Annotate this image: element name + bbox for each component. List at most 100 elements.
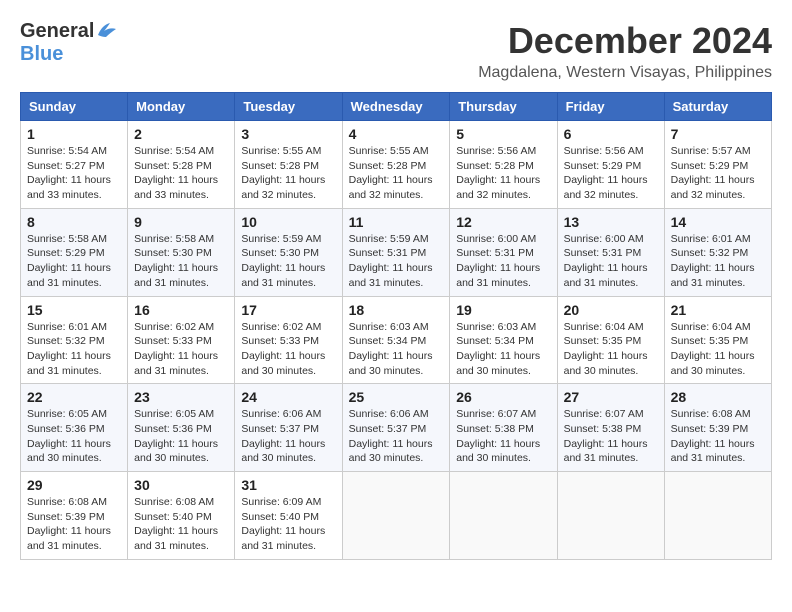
day-info: Sunrise: 6:01 AM Sunset: 5:32 PM Dayligh… bbox=[671, 232, 765, 291]
day-info: Sunrise: 5:54 AM Sunset: 5:27 PM Dayligh… bbox=[27, 144, 121, 203]
calendar-cell: 16 Sunrise: 6:02 AM Sunset: 5:33 PM Dayli… bbox=[128, 296, 235, 384]
logo-general-text: General bbox=[20, 20, 94, 43]
calendar-cell: 22 Sunrise: 6:05 AM Sunset: 5:36 PM Dayli… bbox=[21, 384, 128, 472]
calendar-cell: 9 Sunrise: 5:58 AM Sunset: 5:30 PM Daylig… bbox=[128, 208, 235, 296]
calendar-cell bbox=[664, 472, 771, 560]
day-number: 22 bbox=[27, 389, 121, 405]
day-number: 2 bbox=[134, 126, 228, 142]
day-info: Sunrise: 5:56 AM Sunset: 5:29 PM Dayligh… bbox=[564, 144, 658, 203]
day-info: Sunrise: 6:07 AM Sunset: 5:38 PM Dayligh… bbox=[564, 407, 658, 466]
calendar-week-2: 8 Sunrise: 5:58 AM Sunset: 5:29 PM Daylig… bbox=[21, 208, 772, 296]
weekday-header-friday: Friday bbox=[557, 93, 664, 121]
day-number: 16 bbox=[134, 302, 228, 318]
day-info: Sunrise: 6:01 AM Sunset: 5:32 PM Dayligh… bbox=[27, 320, 121, 379]
weekday-header-wednesday: Wednesday bbox=[342, 93, 450, 121]
logo-blue-text: Blue bbox=[20, 43, 63, 66]
calendar-cell: 29Sunrise: 6:08 AM Sunset: 5:39 PM Dayli… bbox=[21, 472, 128, 560]
calendar-cell: 17Sunrise: 6:02 AM Sunset: 5:33 PM Dayli… bbox=[235, 296, 342, 384]
day-number: 25 bbox=[349, 389, 444, 405]
calendar-cell: 18 Sunrise: 6:03 AM Sunset: 5:34 PM Dayli… bbox=[342, 296, 450, 384]
calendar-cell: 2 Sunrise: 5:54 AM Sunset: 5:28 PM Daylig… bbox=[128, 121, 235, 209]
calendar-week-3: 15 Sunrise: 6:01 AM Sunset: 5:32 PM Dayli… bbox=[21, 296, 772, 384]
logo-bird-icon bbox=[96, 21, 118, 39]
day-info: Sunrise: 6:04 AM Sunset: 5:35 PM Dayligh… bbox=[671, 320, 765, 379]
day-info: Sunrise: 5:57 AM Sunset: 5:29 PM Dayligh… bbox=[671, 144, 765, 203]
day-info: Sunrise: 6:08 AM Sunset: 5:39 PM Dayligh… bbox=[671, 407, 765, 466]
day-info: Sunrise: 5:58 AM Sunset: 5:29 PM Dayligh… bbox=[27, 232, 121, 291]
day-info: Sunrise: 6:08 AM Sunset: 5:39 PM Dayligh… bbox=[27, 495, 121, 554]
day-number: 8 bbox=[27, 214, 121, 230]
calendar-cell bbox=[342, 472, 450, 560]
day-info: Sunrise: 6:00 AM Sunset: 5:31 PM Dayligh… bbox=[564, 232, 658, 291]
calendar-cell: 3 Sunrise: 5:55 AM Sunset: 5:28 PM Daylig… bbox=[235, 121, 342, 209]
day-number: 4 bbox=[349, 126, 444, 142]
calendar-cell: 15 Sunrise: 6:01 AM Sunset: 5:32 PM Dayli… bbox=[21, 296, 128, 384]
calendar-week-5: 29Sunrise: 6:08 AM Sunset: 5:39 PM Dayli… bbox=[21, 472, 772, 560]
calendar-cell bbox=[450, 472, 557, 560]
day-info: Sunrise: 6:04 AM Sunset: 5:35 PM Dayligh… bbox=[564, 320, 658, 379]
title-section: December 2024 Magdalena, Western Visayas… bbox=[478, 20, 772, 82]
calendar-cell: 30 Sunrise: 6:08 AM Sunset: 5:40 PM Dayli… bbox=[128, 472, 235, 560]
calendar-cell: 8 Sunrise: 5:58 AM Sunset: 5:29 PM Daylig… bbox=[21, 208, 128, 296]
calendar-cell: 7Sunrise: 5:57 AM Sunset: 5:29 PM Daylig… bbox=[664, 121, 771, 209]
day-number: 10 bbox=[241, 214, 335, 230]
day-info: Sunrise: 6:07 AM Sunset: 5:38 PM Dayligh… bbox=[456, 407, 550, 466]
weekday-header-sunday: Sunday bbox=[21, 93, 128, 121]
day-number: 18 bbox=[349, 302, 444, 318]
calendar-cell: 31Sunrise: 6:09 AM Sunset: 5:40 PM Dayli… bbox=[235, 472, 342, 560]
calendar-cell: 19Sunrise: 6:03 AM Sunset: 5:34 PM Dayli… bbox=[450, 296, 557, 384]
calendar-cell bbox=[557, 472, 664, 560]
calendar-cell: 14 Sunrise: 6:01 AM Sunset: 5:32 PM Dayli… bbox=[664, 208, 771, 296]
calendar-cell: 20 Sunrise: 6:04 AM Sunset: 5:35 PM Dayli… bbox=[557, 296, 664, 384]
day-info: Sunrise: 5:58 AM Sunset: 5:30 PM Dayligh… bbox=[134, 232, 228, 291]
calendar-cell: 23 Sunrise: 6:05 AM Sunset: 5:36 PM Dayli… bbox=[128, 384, 235, 472]
calendar-cell: 1 Sunrise: 5:54 AM Sunset: 5:27 PM Daylig… bbox=[21, 121, 128, 209]
calendar-cell: 12Sunrise: 6:00 AM Sunset: 5:31 PM Dayli… bbox=[450, 208, 557, 296]
day-info: Sunrise: 5:54 AM Sunset: 5:28 PM Dayligh… bbox=[134, 144, 228, 203]
header: General Blue December 2024 Magdalena, We… bbox=[20, 20, 772, 82]
calendar-cell: 26Sunrise: 6:07 AM Sunset: 5:38 PM Dayli… bbox=[450, 384, 557, 472]
day-info: Sunrise: 6:03 AM Sunset: 5:34 PM Dayligh… bbox=[456, 320, 550, 379]
weekday-header-monday: Monday bbox=[128, 93, 235, 121]
day-info: Sunrise: 5:59 AM Sunset: 5:30 PM Dayligh… bbox=[241, 232, 335, 291]
day-number: 6 bbox=[564, 126, 658, 142]
calendar-cell: 11Sunrise: 5:59 AM Sunset: 5:31 PM Dayli… bbox=[342, 208, 450, 296]
calendar-week-1: 1 Sunrise: 5:54 AM Sunset: 5:27 PM Daylig… bbox=[21, 121, 772, 209]
day-number: 17 bbox=[241, 302, 335, 318]
calendar-cell: 28Sunrise: 6:08 AM Sunset: 5:39 PM Dayli… bbox=[664, 384, 771, 472]
day-info: Sunrise: 6:03 AM Sunset: 5:34 PM Dayligh… bbox=[349, 320, 444, 379]
day-info: Sunrise: 6:06 AM Sunset: 5:37 PM Dayligh… bbox=[349, 407, 444, 466]
day-number: 20 bbox=[564, 302, 658, 318]
calendar-week-4: 22 Sunrise: 6:05 AM Sunset: 5:36 PM Dayli… bbox=[21, 384, 772, 472]
logo: General Blue bbox=[20, 20, 118, 66]
day-number: 15 bbox=[27, 302, 121, 318]
day-info: Sunrise: 6:08 AM Sunset: 5:40 PM Dayligh… bbox=[134, 495, 228, 554]
calendar-cell: 27Sunrise: 6:07 AM Sunset: 5:38 PM Dayli… bbox=[557, 384, 664, 472]
day-info: Sunrise: 6:05 AM Sunset: 5:36 PM Dayligh… bbox=[134, 407, 228, 466]
day-number: 24 bbox=[241, 389, 335, 405]
day-info: Sunrise: 5:55 AM Sunset: 5:28 PM Dayligh… bbox=[241, 144, 335, 203]
day-info: Sunrise: 6:06 AM Sunset: 5:37 PM Dayligh… bbox=[241, 407, 335, 466]
day-number: 9 bbox=[134, 214, 228, 230]
calendar-cell: 13Sunrise: 6:00 AM Sunset: 5:31 PM Dayli… bbox=[557, 208, 664, 296]
day-number: 11 bbox=[349, 214, 444, 230]
weekday-header-thursday: Thursday bbox=[450, 93, 557, 121]
day-number: 1 bbox=[27, 126, 121, 142]
day-info: Sunrise: 6:02 AM Sunset: 5:33 PM Dayligh… bbox=[134, 320, 228, 379]
day-number: 30 bbox=[134, 477, 228, 493]
day-number: 14 bbox=[671, 214, 765, 230]
calendar-cell: 5 Sunrise: 5:56 AM Sunset: 5:28 PM Daylig… bbox=[450, 121, 557, 209]
calendar-cell: 25 Sunrise: 6:06 AM Sunset: 5:37 PM Dayli… bbox=[342, 384, 450, 472]
day-info: Sunrise: 6:05 AM Sunset: 5:36 PM Dayligh… bbox=[27, 407, 121, 466]
day-number: 23 bbox=[134, 389, 228, 405]
day-number: 3 bbox=[241, 126, 335, 142]
day-number: 5 bbox=[456, 126, 550, 142]
day-number: 12 bbox=[456, 214, 550, 230]
calendar-cell: 10 Sunrise: 5:59 AM Sunset: 5:30 PM Dayli… bbox=[235, 208, 342, 296]
day-number: 31 bbox=[241, 477, 335, 493]
day-info: Sunrise: 5:56 AM Sunset: 5:28 PM Dayligh… bbox=[456, 144, 550, 203]
calendar-cell: 4Sunrise: 5:55 AM Sunset: 5:28 PM Daylig… bbox=[342, 121, 450, 209]
day-number: 21 bbox=[671, 302, 765, 318]
weekday-header-saturday: Saturday bbox=[664, 93, 771, 121]
month-title: December 2024 bbox=[478, 20, 772, 62]
